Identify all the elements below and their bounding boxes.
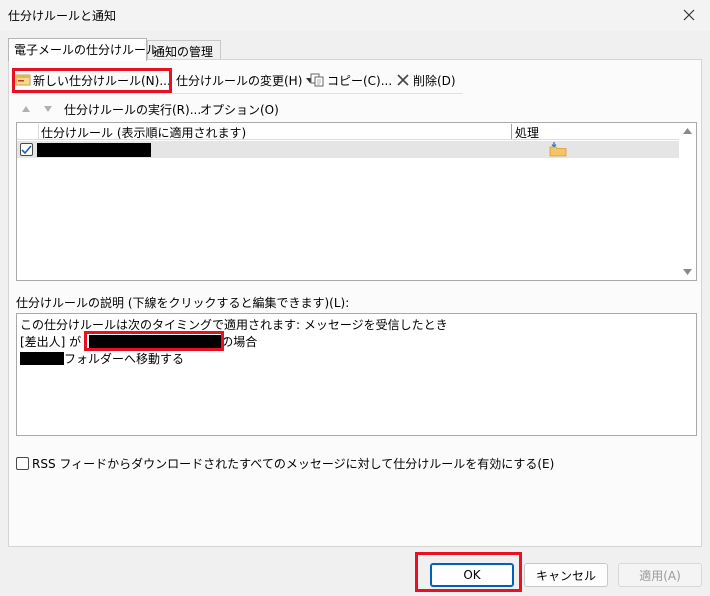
toolbar-divider [15, 93, 463, 94]
description-action-suffix: フォルダーへ移動する [64, 352, 185, 366]
arrow-down-icon [44, 106, 52, 112]
arrow-up-icon [22, 106, 30, 112]
options-button[interactable]: オプション(O) [200, 101, 279, 118]
new-rule-button[interactable]: 新しい仕分けルール(N)... [15, 70, 171, 90]
close-icon [683, 9, 695, 21]
description-condition-suffix: の場合 [221, 335, 258, 349]
toolbar-separator [171, 73, 172, 89]
scroll-down-icon [683, 269, 692, 275]
rules-list-scrollbar[interactable] [679, 123, 696, 280]
copy-button[interactable]: コピー(C)... [309, 70, 392, 90]
run-rules-button[interactable]: 仕分けルールの実行(R)... [64, 101, 201, 118]
cancel-button[interactable]: キャンセル [524, 563, 608, 587]
delete-icon [395, 72, 411, 88]
list-header: 仕分けルール (表示順に適用されます) 処理 [17, 123, 680, 140]
description-label: 仕分けルールの説明 (下線をクリックすると編集できます)(L): [16, 296, 350, 310]
column-header-action[interactable]: 処理 [511, 124, 680, 140]
redacted-sender-link[interactable] [89, 335, 223, 349]
scroll-down-button[interactable] [682, 267, 693, 277]
copy-label: コピー(C)... [327, 73, 393, 88]
new-rule-label: 新しい仕分けルール(N)... [33, 73, 171, 88]
scroll-up-button[interactable] [682, 126, 693, 136]
move-to-folder-icon [549, 142, 567, 157]
close-button[interactable] [674, 2, 704, 28]
rule-description-box: この仕分けルールは次のタイミングで適用されます: メッセージを受信したとき [差… [16, 313, 697, 436]
title-bar: 仕分けルールと通知 [0, 0, 710, 31]
rss-rules-label[interactable]: RSS フィードからダウンロードされたすべてのメッセージに対して仕分けルールを有… [32, 455, 554, 472]
change-rule-button[interactable]: 仕分けルールの変更(H) [176, 70, 315, 90]
copy-icon [309, 72, 325, 88]
checkmark-icon [21, 144, 32, 154]
description-line-trigger: この仕分けルールは次のタイミングで適用されます: メッセージを受信したとき [20, 318, 448, 332]
rss-rules-checkbox[interactable] [16, 456, 29, 470]
rules-list[interactable]: 仕分けルール (表示順に適用されます) 処理 [16, 122, 697, 281]
tab-manage-alerts[interactable]: 通知の管理 [147, 40, 221, 60]
redacted-folder-link[interactable] [20, 352, 64, 365]
move-up-button[interactable] [18, 102, 34, 116]
delete-label: 削除(D) [413, 73, 456, 88]
rss-option-row[interactable]: RSS フィードからダウンロードされたすべてのメッセージに対して仕分けルールを有… [16, 455, 554, 471]
change-rule-label: 仕分けルールの変更(H) [176, 73, 303, 88]
tab-email-rules[interactable]: 電子メールの仕分けルール [8, 38, 158, 61]
table-row[interactable] [17, 141, 680, 158]
scroll-up-icon [683, 128, 692, 134]
apply-button[interactable]: 適用(A) [618, 563, 702, 587]
new-rule-icon [15, 72, 31, 88]
rule-enabled-checkbox[interactable] [20, 143, 33, 156]
move-down-button[interactable] [40, 102, 56, 116]
column-header-rule[interactable]: 仕分けルール (表示順に適用されます) [38, 124, 510, 140]
delete-button[interactable]: 削除(D) [395, 70, 456, 90]
window-title: 仕分けルールと通知 [8, 9, 117, 23]
redacted-rule-name [37, 143, 151, 157]
description-condition-prefix: [差出人] が [20, 335, 82, 349]
ok-button[interactable]: OK [430, 563, 514, 587]
